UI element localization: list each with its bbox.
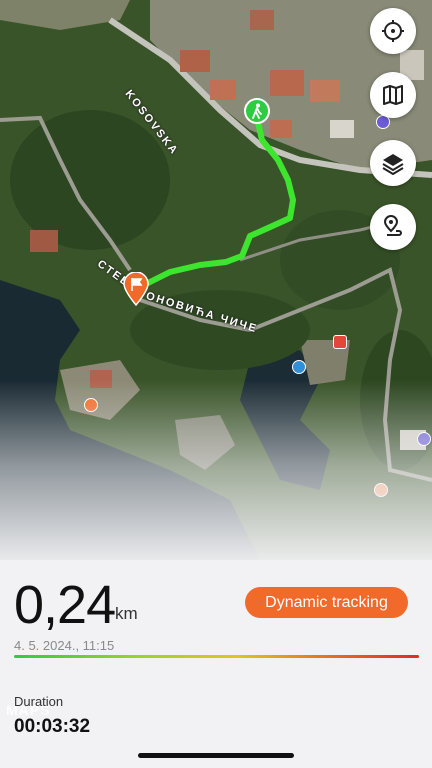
- satellite-map[interactable]: [0, 0, 432, 560]
- route-end-marker[interactable]: [123, 271, 149, 307]
- duration-value: 00:03:32: [14, 716, 91, 737]
- layers-icon: [382, 154, 404, 175]
- distance-value: 0,24: [14, 575, 116, 635]
- home-indicator[interactable]: [138, 753, 294, 758]
- poi-beach-icon[interactable]: [292, 360, 306, 374]
- map-icon: [383, 85, 403, 105]
- poi-restaurant-icon[interactable]: [374, 483, 388, 497]
- poi-attraction-icon[interactable]: [333, 335, 347, 349]
- duration-label: Duration: [14, 694, 64, 709]
- route-pin-icon: [383, 215, 402, 236]
- distance-unit: km: [115, 604, 138, 623]
- map-type-button[interactable]: [370, 72, 416, 118]
- route-button[interactable]: [370, 204, 416, 250]
- flag-icon: [123, 271, 149, 307]
- poi-hotel-icon[interactable]: [417, 432, 431, 446]
- dynamic-tracking-button[interactable]: Dynamic tracking: [245, 587, 408, 618]
- locate-button[interactable]: [370, 8, 416, 54]
- poi-restaurant-icon[interactable]: [84, 398, 98, 412]
- route-start-marker[interactable]: [244, 98, 270, 124]
- crosshair-icon: [382, 20, 404, 42]
- hiker-icon: [252, 103, 262, 119]
- layers-button[interactable]: [370, 140, 416, 186]
- speed-gradient-bar: [14, 655, 419, 658]
- map-view[interactable]: KOSOVSKA СТЕВЕ ОНОВИЋА ЧИЧЕ: [0, 0, 432, 560]
- activity-timestamp: 4. 5. 2024., 11:15: [14, 638, 115, 653]
